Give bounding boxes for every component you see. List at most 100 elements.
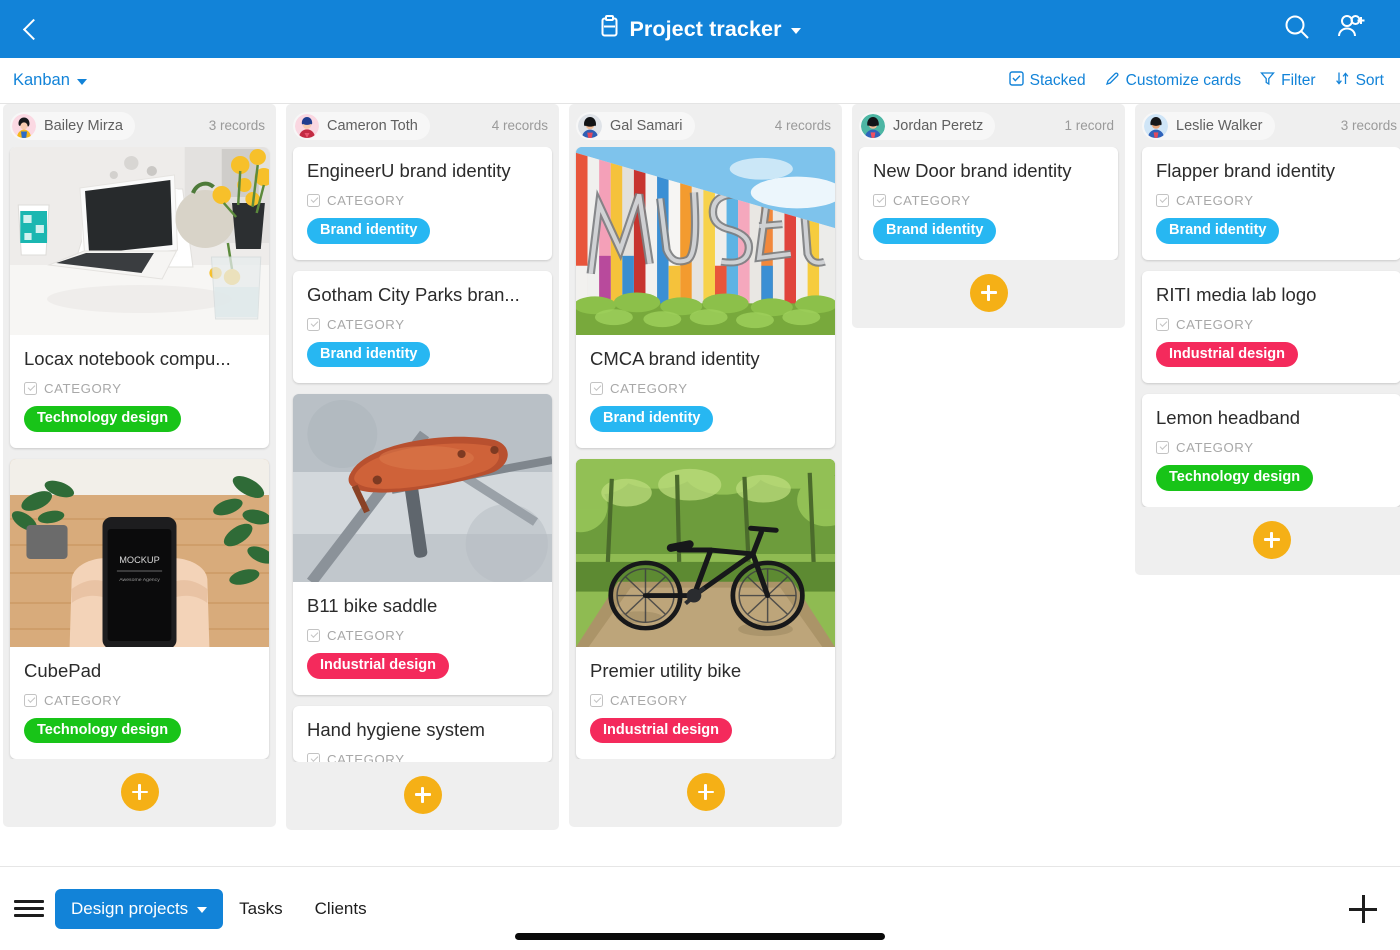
card-body: Flapper brand identity CATEGORY Brand id… [1142, 147, 1400, 260]
search-button[interactable] [1282, 12, 1312, 47]
card-title: CubePad [24, 659, 102, 681]
kanban-card[interactable]: Gotham City Parks bran... CATEGORY Brand… [293, 270, 552, 383]
sort-button[interactable]: Sort [1335, 71, 1384, 91]
select-field-icon [24, 382, 37, 395]
status-badge: Brand identity [307, 218, 431, 244]
kanban-column-leslie-walker: Leslie Walker 3 records Flapper brand id… [1135, 104, 1400, 575]
kanban-column-gal-samari: Gal Samari 4 records CMCA brand identity… [569, 104, 842, 827]
card-field-row: CATEGORY [24, 381, 255, 396]
column-record-count: 4 records [491, 118, 548, 133]
add-record-button[interactable] [120, 773, 159, 811]
kanban-card[interactable]: Lemon headband CATEGORY Technology desig… [1142, 394, 1400, 507]
view-toolbar-actions: Stacked Customize cards Filter Sort [1008, 58, 1384, 104]
back-button[interactable] [0, 0, 60, 58]
avatar [861, 113, 885, 138]
add-record-button[interactable] [403, 775, 442, 814]
kanban-card[interactable]: Premier utility bike CATEGORY Industrial… [576, 458, 835, 759]
card-title: New Door brand identity [873, 160, 1072, 181]
customize-cards-button[interactable]: Customize cards [1105, 71, 1241, 91]
tab-clients[interactable]: Clients [299, 889, 383, 929]
card-field-row: CATEGORY [873, 193, 1104, 208]
card-body: RITI media lab logo CATEGORY Industrial … [1142, 271, 1400, 384]
column-record-count: 4 records [774, 118, 831, 133]
kanban-card[interactable]: B11 bike saddle CATEGORY Industrial desi… [293, 394, 552, 695]
hamburger-icon[interactable] [14, 900, 44, 917]
avatar [12, 113, 36, 138]
column-owner-name: Gal Samari [610, 117, 683, 134]
column-owner-name: Leslie Walker [1176, 117, 1263, 134]
kanban-card[interactable]: RITI media lab logo CATEGORY Industrial … [1142, 270, 1400, 384]
bicycle-forest-photo [576, 458, 835, 647]
card-title: EngineerU brand identity [307, 160, 511, 181]
card-field-row: CATEGORY [307, 752, 538, 762]
column-owner-name: Jordan Peretz [893, 117, 984, 134]
view-selector[interactable]: Kanban [13, 71, 87, 90]
base-switcher[interactable]: Project tracker [599, 15, 801, 43]
kanban-card[interactable]: MOCKUP Awesome Agency CubePad CATEGORY T… [10, 458, 269, 760]
kanban-card[interactable]: Locax notebook compu... CATEGORY Technol… [10, 147, 269, 448]
column-record-count: 1 record [1064, 118, 1114, 133]
card-body: New Door brand identity CATEGORY Brand i… [859, 147, 1118, 260]
column-header[interactable]: Bailey Mirza 3 records [3, 104, 276, 147]
status-badge: Brand identity [307, 341, 431, 367]
add-record-button[interactable] [969, 273, 1008, 312]
column-header[interactable]: Jordan Peretz 1 record [852, 104, 1125, 147]
column-owner-chip[interactable]: Cameron Toth [293, 111, 430, 140]
sort-label: Sort [1355, 72, 1384, 89]
status-badge: Brand identity [1156, 218, 1280, 244]
kanban-card[interactable]: New Door brand identity CATEGORY Brand i… [859, 147, 1118, 260]
plus-icon [414, 786, 431, 803]
tab-clients-label: Clients [314, 898, 367, 918]
card-title: RITI media lab logo [1156, 283, 1317, 305]
caret-down-icon [197, 906, 208, 913]
add-collaborator-button[interactable] [1336, 12, 1370, 47]
home-indicator [515, 933, 885, 940]
kanban-card[interactable]: CMCA brand identity CATEGORY Brand ident… [576, 147, 835, 448]
add-table-button[interactable] [1348, 894, 1378, 924]
card-field-label: CATEGORY [1176, 193, 1254, 208]
add-record-wrap [569, 759, 842, 827]
card-body: CubePad CATEGORY Technology design [10, 647, 269, 760]
card-field-row: CATEGORY [1156, 317, 1387, 332]
status-badge: Industrial design [1156, 341, 1299, 367]
card-field-label: CATEGORY [893, 193, 971, 208]
stacked-button[interactable]: Stacked [1008, 71, 1086, 91]
kanban-card[interactable]: Flapper brand identity CATEGORY Brand id… [1142, 147, 1400, 260]
card-field-row: CATEGORY [307, 317, 538, 332]
column-header[interactable]: Leslie Walker 3 records [1135, 104, 1400, 147]
customize-cards-label: Customize cards [1125, 72, 1242, 89]
base-icon [599, 15, 620, 43]
tab-tasks[interactable]: Tasks [223, 889, 298, 929]
bike-saddle-photo [293, 394, 552, 582]
filter-button[interactable]: Filter [1260, 71, 1316, 91]
column-owner-chip[interactable]: Bailey Mirza [10, 111, 135, 140]
column-owner-name: Bailey Mirza [44, 117, 123, 134]
kanban-board[interactable]: Bailey Mirza 3 records Locax notebook co… [0, 104, 1400, 866]
column-header[interactable]: Gal Samari 4 records [569, 104, 842, 147]
card-field-row: CATEGORY [24, 693, 255, 708]
svg-text:MOCKUP: MOCKUP [119, 555, 160, 565]
avatar [1144, 113, 1168, 138]
column-owner-chip[interactable]: Leslie Walker [1142, 111, 1275, 140]
select-field-icon [307, 752, 320, 762]
tab-design-projects[interactable]: Design projects [55, 888, 224, 929]
column-owner-chip[interactable]: Gal Samari [576, 111, 695, 140]
select-field-icon [590, 693, 603, 707]
add-user-icon [1336, 12, 1370, 47]
card-title: Gotham City Parks bran... [307, 283, 520, 305]
status-badge: Industrial design [307, 653, 450, 679]
plus-icon [980, 284, 997, 301]
app-header: Project tracker [0, 0, 1400, 58]
view-selector-label: Kanban [13, 71, 70, 89]
add-record-button[interactable] [1252, 520, 1291, 559]
select-field-icon [307, 317, 320, 331]
add-record-wrap [1135, 507, 1400, 575]
kanban-card[interactable]: EngineerU brand identity CATEGORY Brand … [293, 147, 552, 260]
kanban-card[interactable]: Hand hygiene system CATEGORY [293, 705, 552, 762]
column-header[interactable]: Cameron Toth 4 records [286, 104, 559, 147]
column-owner-chip[interactable]: Jordan Peretz [859, 111, 996, 140]
tab-design-projects-label: Design projects [71, 898, 189, 918]
add-record-wrap [286, 762, 559, 830]
card-field-row: CATEGORY [590, 693, 821, 708]
add-record-button[interactable] [686, 773, 725, 811]
